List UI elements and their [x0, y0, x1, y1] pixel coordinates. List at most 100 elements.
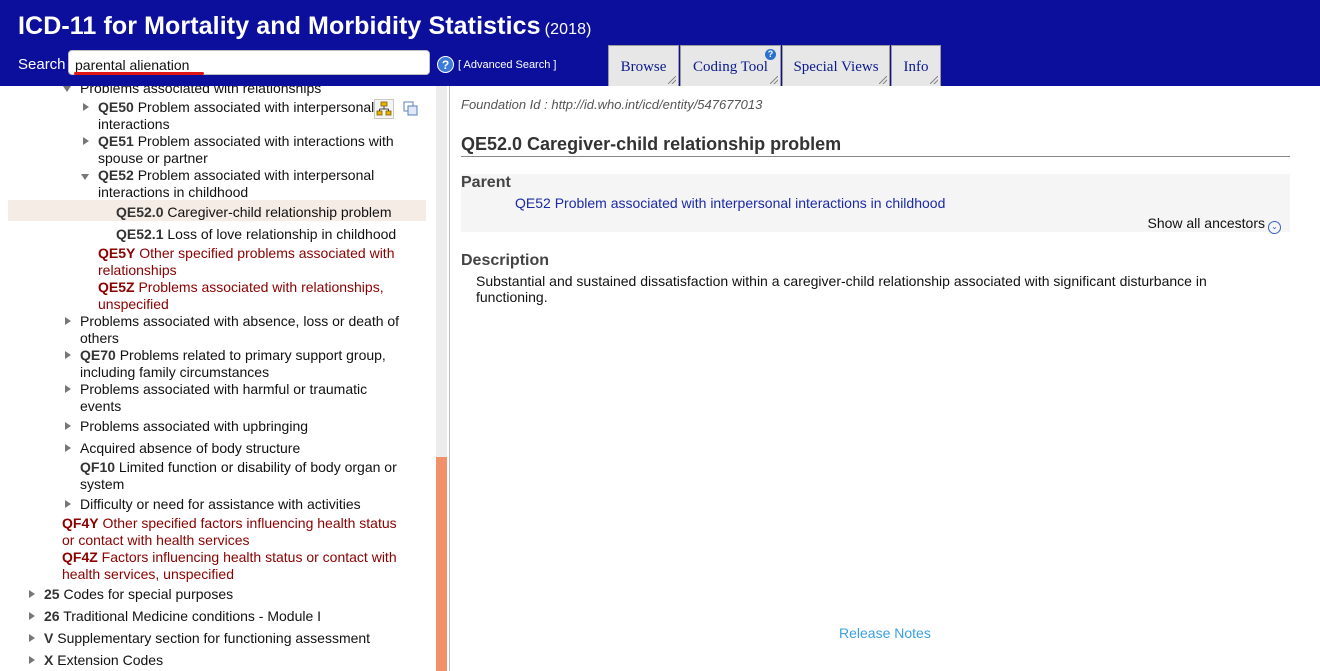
show-ancestors-button[interactable]: Show all ancestors ⌄ [1147, 215, 1281, 234]
tree-node-upbringing[interactable]: Problems associated with upbringing [80, 418, 308, 435]
tree-node-label: Problems related to primary support grou… [115, 347, 386, 363]
parent-heading: Parent [461, 174, 511, 191]
search-label: Search [18, 56, 66, 73]
tree-node-label: Problems associated with relationships, [134, 279, 384, 295]
expand-arrow-icon[interactable] [65, 351, 71, 359]
show-ancestors-label: Show all ancestors [1147, 215, 1265, 231]
tree-node-label-cont[interactable]: health services, unspecified [62, 566, 234, 583]
coding-tool-help-icon[interactable]: ? [765, 49, 776, 60]
tree-node-absence-loss[interactable]: Problems associated with absence, loss o… [80, 313, 399, 330]
collapse-arrow-icon[interactable] [63, 86, 71, 92]
tree-node-label-cont[interactable]: spouse or partner [98, 150, 208, 167]
expand-arrow-icon[interactable] [65, 422, 71, 430]
tree-node-label: Codes for special purposes [59, 586, 234, 602]
tree-node-label-cont[interactable]: others [80, 330, 119, 347]
tree-node-label: Factors influencing health status or con… [97, 549, 397, 565]
tree-node-code: QF4Y [62, 515, 99, 531]
parent-link[interactable]: QE52 Problem associated with interperson… [515, 195, 945, 211]
tree-node-code: 25 [44, 586, 60, 602]
tree-node-label: Supplementary section for functioning as… [53, 630, 371, 646]
help-icon[interactable]: ? [437, 56, 454, 73]
tree-node-label: Limited function or disability of body o… [115, 459, 397, 475]
tree-node-label: Loss of love relationship in childhood [163, 226, 397, 242]
expand-arrow-icon[interactable] [29, 634, 35, 642]
app-year: (2018) [544, 21, 592, 38]
tree-node-harmful-events[interactable]: Problems associated with harmful or trau… [80, 381, 367, 398]
tree-node-label: Caregiver-child relationship problem [163, 204, 392, 220]
tab-browse-label: Browse [620, 59, 667, 75]
collapse-arrow-icon[interactable] [81, 174, 89, 180]
tree-node-label-cont[interactable]: system [80, 476, 124, 493]
tree-node-chapter-26[interactable]: 26 Traditional Medicine conditions - Mod… [44, 608, 321, 625]
tree-node-qf4z[interactable]: QF4Z Factors influencing health status o… [62, 549, 397, 566]
release-notes-link[interactable]: Release Notes [839, 625, 931, 641]
tree-scrollbar-thumb[interactable] [436, 457, 447, 671]
tree-node-relationships[interactable]: Problems associated with relationships [80, 86, 321, 97]
tree-node-label: Problem associated with interactions wit… [133, 133, 394, 149]
tree-node-qf4y[interactable]: QF4Y Other specified factors influencing… [62, 515, 397, 532]
tree-node-label-cont[interactable]: unspecified [98, 296, 169, 313]
tab-coding-tool-label: Coding Tool [693, 59, 768, 75]
classification-tree: Problems associated with relationships Q… [0, 86, 447, 671]
tree-node-label: Traditional Medicine conditions - Module… [59, 608, 322, 624]
tab-info-label: Info [903, 59, 929, 75]
expand-arrow-icon[interactable] [29, 590, 35, 598]
tree-node-qe70[interactable]: QE70 Problems related to primary support… [80, 347, 386, 364]
tree-node-qe50[interactable]: QE50 Problem associated with interperson… [98, 99, 374, 116]
entity-details-panel: Foundation Id : http://id.who.int/icd/en… [449, 86, 1320, 671]
tree-node-label: Extension Codes [53, 652, 164, 668]
tree-node-body-structure[interactable]: Acquired absence of body structure [80, 440, 300, 457]
tree-node-label-cont[interactable]: events [80, 398, 121, 415]
tree-node-label: Problems associated with relationships [80, 86, 322, 96]
expand-arrow-icon[interactable] [65, 500, 71, 508]
tree-node-qe52[interactable]: QE52 Problem associated with interperson… [98, 167, 374, 184]
tree-node-qe52-0[interactable]: QE52.0 Caregiver-child relationship prob… [116, 204, 391, 221]
tab-info[interactable]: Info [891, 45, 941, 86]
hierarchy-view-icon[interactable] [374, 99, 394, 119]
resize-grip-icon [770, 76, 778, 84]
copy-icon[interactable] [401, 99, 421, 119]
expand-arrow-icon[interactable] [29, 612, 35, 620]
expand-arrow-icon[interactable] [65, 385, 71, 393]
tree-node-code: QF4Z [62, 549, 98, 565]
tree-node-label: Problems associated with upbringing [80, 418, 309, 434]
tree-node-label-cont[interactable]: including family circumstances [80, 364, 269, 381]
expand-arrow-icon[interactable] [65, 444, 71, 452]
tree-node-code: QE50 [98, 99, 134, 115]
tab-browse[interactable]: Browse [608, 45, 679, 86]
expand-arrow-icon[interactable] [65, 317, 71, 325]
tree-node-label: Problem associated with interpersonal [133, 167, 375, 183]
expand-arrow-icon[interactable] [83, 103, 89, 111]
tree-node-code: QE5Y [98, 245, 136, 261]
tree-node-label-cont[interactable]: interactions [98, 116, 170, 133]
tab-coding-tool[interactable]: Coding Tool ? [680, 45, 781, 86]
tree-node-qe5y[interactable]: QE5Y Other specified problems associated… [98, 245, 394, 262]
resize-grip-icon [668, 76, 676, 84]
app-title: ICD-11 for Mortality and Morbidity Stati… [18, 12, 592, 41]
tree-node-qe52-1[interactable]: QE52.1 Loss of love relationship in chil… [116, 226, 396, 243]
tree-node-label-cont[interactable]: relationships [98, 262, 177, 279]
tree-node-code: QF10 [80, 459, 116, 475]
tree-node-chapter-x[interactable]: X Extension Codes [44, 652, 163, 669]
tree-node-chapter-25[interactable]: 25 Codes for special purposes [44, 586, 233, 603]
tree-node-qf10[interactable]: QF10 Limited function or disability of b… [80, 459, 397, 476]
tree-node-chapter-v[interactable]: V Supplementary section for functioning … [44, 630, 370, 647]
expand-arrow-icon[interactable] [29, 656, 35, 664]
app-title-text: ICD-11 for Mortality and Morbidity Stati… [18, 12, 541, 40]
resize-grip-icon [930, 76, 938, 84]
expand-arrow-icon[interactable] [83, 137, 89, 145]
advanced-search-link[interactable]: [ Advanced Search ] [458, 59, 556, 71]
tree-node-qe51[interactable]: QE51 Problem associated with interaction… [98, 133, 394, 150]
tree-node-label: Other specified factors influencing heal… [98, 515, 397, 531]
chevron-down-icon: ⌄ [1268, 221, 1281, 234]
title-divider [461, 156, 1290, 157]
header-bar: ICD-11 for Mortality and Morbidity Stati… [0, 0, 1320, 86]
tab-special-views-label: Special Views [793, 59, 879, 75]
tab-special-views[interactable]: Special Views [782, 45, 890, 86]
tree-node-assistance[interactable]: Difficulty or need for assistance with a… [80, 496, 361, 513]
tree-node-label-cont[interactable]: or contact with health services [62, 532, 250, 549]
tree-node-label-cont[interactable]: interactions in childhood [98, 184, 248, 201]
tree-node-code: 26 [44, 608, 60, 624]
tree-node-code: QE51 [98, 133, 134, 149]
tree-node-qe5z[interactable]: QE5Z Problems associated with relationsh… [98, 279, 384, 296]
